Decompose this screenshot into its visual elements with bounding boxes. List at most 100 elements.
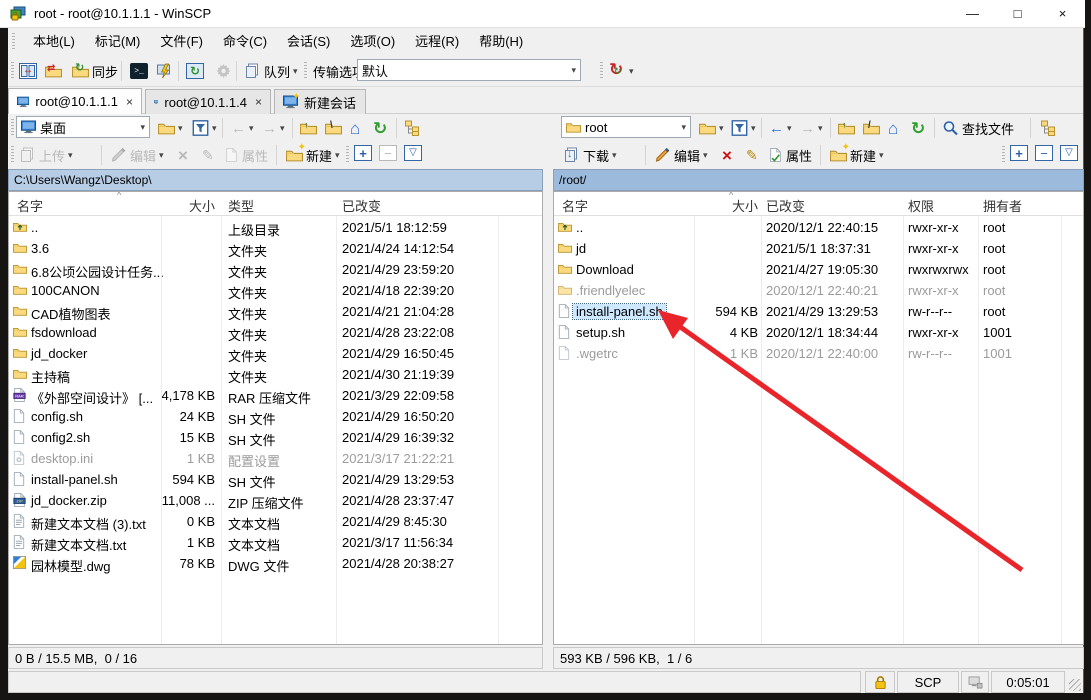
maximize-button[interactable]: □: [995, 0, 1040, 27]
file-row[interactable]: ..上级目录2021/5/1 18:12:59: [9, 217, 542, 238]
file-row[interactable]: config2.sh15 KBSH 文件2021/4/29 16:39:32: [9, 427, 542, 448]
column-header-rights[interactable]: 权限: [908, 196, 934, 215]
file-row[interactable]: desktop.ini1 KB配置设置2021/3/17 21:22:21: [9, 448, 542, 469]
left-invert-selection-button[interactable]: ▽: [404, 145, 422, 161]
session-time-cell[interactable]: 0:05:01: [991, 671, 1065, 693]
right-parent-directory-button[interactable]: ↑: [836, 116, 857, 140]
left-refresh-button[interactable]: ↻: [371, 116, 389, 140]
right-directory-tree-button[interactable]: [1038, 116, 1059, 140]
transfer-settings-button[interactable]: ↻ ↻ ▾: [607, 59, 636, 83]
right-properties-button[interactable]: 属性: [766, 143, 814, 167]
file-row[interactable]: .friendlyelec2020/12/1 22:40:21rwxr-xr-x…: [554, 280, 1083, 301]
close-button[interactable]: ×: [1040, 0, 1085, 27]
left-rename-button[interactable]: ✎: [200, 143, 216, 167]
menu-session[interactable]: 会话(S): [277, 28, 340, 55]
menu-file[interactable]: 文件(F): [150, 28, 213, 55]
right-filter-button[interactable]: ▾: [729, 116, 758, 140]
file-row[interactable]: 3.6文件夹2021/4/24 14:12:54: [9, 238, 542, 259]
right-root-directory-button[interactable]: /: [861, 116, 882, 140]
download-button[interactable]: ↓ 下载 ▾: [561, 143, 619, 167]
file-row[interactable]: jd_docker文件夹2021/4/29 16:50:45: [9, 343, 542, 364]
right-select-button[interactable]: +: [1010, 145, 1028, 161]
refresh-panels-button[interactable]: ↻: [184, 59, 206, 83]
file-row[interactable]: .wgetrc1 KB2020/12/1 22:40:00rw-r--r--10…: [554, 343, 1083, 364]
connection-cell[interactable]: [961, 671, 989, 693]
file-row[interactable]: CAD植物图表文件夹2021/4/21 21:04:28: [9, 301, 542, 322]
column-header-changed[interactable]: 已改变: [766, 196, 805, 215]
protocol-cell[interactable]: SCP: [897, 671, 959, 693]
file-row[interactable]: fsdownload文件夹2021/4/28 23:22:08: [9, 322, 542, 343]
tab-session-2[interactable]: root@10.1.1.4 ×: [145, 89, 271, 114]
menu-local[interactable]: 本地(L): [23, 28, 85, 55]
right-open-directory-button[interactable]: ▾: [697, 116, 726, 140]
right-refresh-button[interactable]: ↻: [909, 116, 927, 140]
menu-mark[interactable]: 标记(M): [85, 28, 151, 55]
queue-button[interactable]: 队列 ▾: [242, 59, 300, 83]
left-home-button[interactable]: ⌂: [348, 116, 362, 140]
right-rename-button[interactable]: ✎: [744, 143, 760, 167]
left-forward-button[interactable]: → ▾: [260, 116, 287, 140]
left-root-directory-button[interactable]: \: [323, 116, 344, 140]
minimize-button[interactable]: —: [950, 0, 995, 27]
right-path-bar[interactable]: /root/: [553, 169, 1084, 191]
file-row[interactable]: config.sh24 KBSH 文件2021/4/29 16:50:20: [9, 406, 542, 427]
left-drive-selector[interactable]: 桌面 ▾: [16, 116, 150, 138]
tab-close-icon[interactable]: ×: [255, 95, 262, 109]
menu-options[interactable]: 选项(O): [340, 28, 405, 55]
file-row[interactable]: install-panel.sh594 KB2021/4/29 13:29:53…: [554, 301, 1083, 322]
sync-browse-button[interactable]: ↻ 同步: [70, 59, 120, 83]
upload-button[interactable]: 上传 ▾: [17, 143, 75, 167]
tab-close-icon[interactable]: ×: [126, 95, 133, 109]
swap-panels-button[interactable]: ↔: [17, 59, 39, 83]
tab-new-session[interactable]: ✦ 新建会话: [274, 89, 366, 114]
left-parent-directory-button[interactable]: ↑: [298, 116, 319, 140]
file-row[interactable]: 主持稿文件夹2021/4/30 21:19:39: [9, 364, 542, 385]
file-row[interactable]: 新建文本文档.txt1 KB文本文档2021/3/17 11:56:34: [9, 532, 542, 553]
file-row[interactable]: ..2020/12/1 22:40:15rwxr-xr-xroot: [554, 217, 1083, 238]
file-row[interactable]: RAR《外部空间设计》 [...4,178 KBRAR 压缩文件2021/3/2…: [9, 385, 542, 406]
file-row[interactable]: Download2021/4/27 19:05:30rwxrwxrwxroot: [554, 259, 1083, 280]
column-header-name[interactable]: 名字: [562, 196, 588, 215]
left-unselect-button[interactable]: −: [379, 145, 397, 161]
left-edit-button[interactable]: 编辑 ▾: [108, 143, 166, 167]
right-edit-button[interactable]: 编辑 ▾: [652, 143, 710, 167]
encryption-cell[interactable]: [865, 671, 895, 693]
left-select-button[interactable]: +: [354, 145, 372, 161]
resize-grip[interactable]: [1069, 679, 1081, 691]
column-header-size[interactable]: 大小: [134, 196, 215, 215]
open-console-button[interactable]: >_: [128, 59, 150, 83]
menu-remote[interactable]: 远程(R): [405, 28, 469, 55]
preferences-button[interactable]: [213, 59, 234, 83]
right-new-button[interactable]: ✦ 新建 ▾: [828, 143, 886, 167]
left-back-button[interactable]: ← ▾: [229, 116, 256, 140]
left-new-button[interactable]: ✦ 新建 ▾: [284, 143, 342, 167]
column-header-type[interactable]: 类型: [228, 196, 254, 215]
left-path-bar[interactable]: C:\Users\Wangz\Desktop\: [8, 169, 543, 191]
right-home-button[interactable]: ⌂: [886, 116, 900, 140]
left-properties-button[interactable]: 属性: [222, 143, 270, 167]
synchronize-button[interactable]: ⇄: [43, 59, 64, 83]
file-row[interactable]: install-panel.sh594 KBSH 文件2021/4/29 13:…: [9, 469, 542, 490]
file-row[interactable]: 6.8公顷公园设计任务...文件夹2021/4/29 23:59:20: [9, 259, 542, 280]
file-row[interactable]: ZIPjd_docker.zip11,008 ...ZIP 压缩文件2021/4…: [9, 490, 542, 511]
right-forward-button[interactable]: → ▾: [798, 116, 825, 140]
left-filter-button[interactable]: ▾: [190, 116, 219, 140]
right-invert-selection-button[interactable]: ▽: [1060, 145, 1078, 161]
column-header-name[interactable]: 名字: [17, 196, 43, 215]
menu-commands[interactable]: 命令(C): [213, 28, 277, 55]
left-delete-button[interactable]: ×: [176, 143, 190, 167]
file-row[interactable]: jd2021/5/1 18:37:31rwxr-xr-xroot: [554, 238, 1083, 259]
right-back-button[interactable]: ← ▾: [767, 116, 794, 140]
find-files-button[interactable]: 查找文件: [940, 116, 1016, 140]
right-unselect-button[interactable]: −: [1035, 145, 1053, 161]
left-open-directory-button[interactable]: ▾: [156, 116, 185, 140]
column-header-size[interactable]: 大小: [674, 196, 758, 215]
right-drive-selector[interactable]: root ▾: [561, 116, 691, 138]
transfer-preset-combobox[interactable]: 默认 ▾: [357, 59, 581, 81]
right-delete-button[interactable]: ×: [720, 143, 734, 167]
menu-help[interactable]: 帮助(H): [469, 28, 533, 55]
file-row[interactable]: setup.sh4 KB2020/12/1 18:34:44rwxr-xr-x1…: [554, 322, 1083, 343]
tab-session-1[interactable]: root@10.1.1.1 ×: [8, 88, 142, 114]
open-putty-button[interactable]: [154, 59, 175, 83]
file-row[interactable]: 新建文本文档 (3).txt0 KB文本文档2021/4/29 8:45:30: [9, 511, 542, 532]
